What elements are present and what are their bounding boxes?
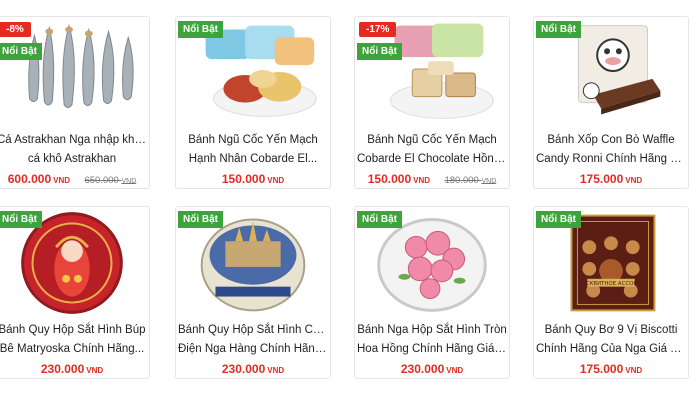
product-title[interactable]: Cá Astrakhan Nga nhập khẩu - cá khô Astr… [0, 131, 147, 169]
product-title[interactable]: Bánh Nga Hộp Sắt Hình Tròn Hoa Hồng Chín… [357, 321, 507, 359]
currency: VND [267, 176, 285, 185]
currency: VND [625, 176, 643, 185]
featured-badge: Nổi Bật [536, 211, 581, 228]
product-card[interactable]: Nổi Bật Bánh Quy Hộp Sắt Hình Cung Điện … [175, 206, 331, 379]
price: 600.000 [7, 172, 52, 186]
featured-badge: Nổi Bật [357, 211, 402, 228]
product-title[interactable]: Bánh Quy Bơ 9 Vị Biscotti Chính Hãng Của… [536, 321, 686, 359]
product-card[interactable]: БИСКВИТНОЕ АССОРТИ Nổi Bật Bánh Quy Bơ 9… [533, 206, 689, 379]
featured-badge: Nổi Bật [357, 43, 402, 60]
currency: VND [267, 366, 285, 375]
currency: VND [446, 366, 464, 375]
discount-badge: -17% [359, 22, 397, 37]
currency: VND [86, 366, 104, 375]
product-card[interactable]: Nổi Bật Bánh Xốp Con Bò Waffle Candy Ron… [533, 16, 689, 189]
discount-badge: -8% [0, 22, 31, 37]
currency: VND [625, 366, 643, 375]
product-title[interactable]: Bánh Quy Hộp Sắt Hình Búp Bê Matryoska C… [0, 321, 147, 359]
old-price: 180.000 VND [444, 175, 497, 186]
featured-badge: Nổi Bật [0, 211, 42, 228]
price-row: 150.000 VND 180.000 VND [355, 170, 509, 188]
price-row: 230.000 VND [355, 360, 509, 378]
price: 230.000 [221, 362, 266, 376]
price-row: 175.000 VND [534, 170, 688, 188]
price: 150.000 [221, 172, 266, 186]
box-label: БИСКВИТНОЕ АССОРТИ [578, 281, 644, 287]
product-card[interactable]: -8% Nổi Bật Cá Astrakhan Nga nhập khẩu -… [0, 16, 150, 189]
product-title[interactable]: Bánh Quy Hộp Sắt Hình Cung Điện Nga Hàng… [178, 321, 328, 359]
product-card[interactable]: -17% Nổi Bật Bánh Ngũ Cốc Yến Mạch Cobar… [354, 16, 510, 189]
price: 150.000 [367, 172, 412, 186]
currency: VND [53, 176, 71, 185]
featured-badge: Nổi Bật [178, 21, 223, 38]
price: 175.000 [579, 362, 624, 376]
price: 230.000 [40, 362, 85, 376]
product-title[interactable]: Bánh Ngũ Cốc Yến Mạch Hạnh Nhân Cobarde … [178, 131, 328, 169]
price-row: 600.000 VND 650.000 VND [0, 170, 149, 188]
featured-badge: Nổi Bật [178, 211, 223, 228]
currency: VND [413, 176, 431, 185]
price: 230.000 [400, 362, 445, 376]
featured-badge: Nổi Bật [0, 43, 42, 60]
price-row: 150.000 VND [176, 170, 330, 188]
featured-badge: Nổi Bật [536, 21, 581, 38]
product-title[interactable]: Bánh Xốp Con Bò Waffle Candy Ronni Chính… [536, 131, 686, 169]
product-card[interactable]: Nổi Bật Bánh Quy Hộp Sắt Hình Búp Bê Mat… [0, 206, 150, 379]
product-card[interactable]: Nổi Bật Bánh Ngũ Cốc Yến Mạch Hạnh Nhân … [175, 16, 331, 189]
old-price: 650.000 VND [84, 175, 137, 186]
price-row: 175.000 VND [534, 360, 688, 378]
price-row: 230.000 VND [0, 360, 149, 378]
product-title[interactable]: Bánh Ngũ Cốc Yến Mạch Cobarde El Chocola… [357, 131, 507, 169]
product-card[interactable]: Nổi Bật Bánh Nga Hộp Sắt Hình Tròn Hoa H… [354, 206, 510, 379]
price-row: 230.000 VND [176, 360, 330, 378]
price: 175.000 [579, 172, 624, 186]
